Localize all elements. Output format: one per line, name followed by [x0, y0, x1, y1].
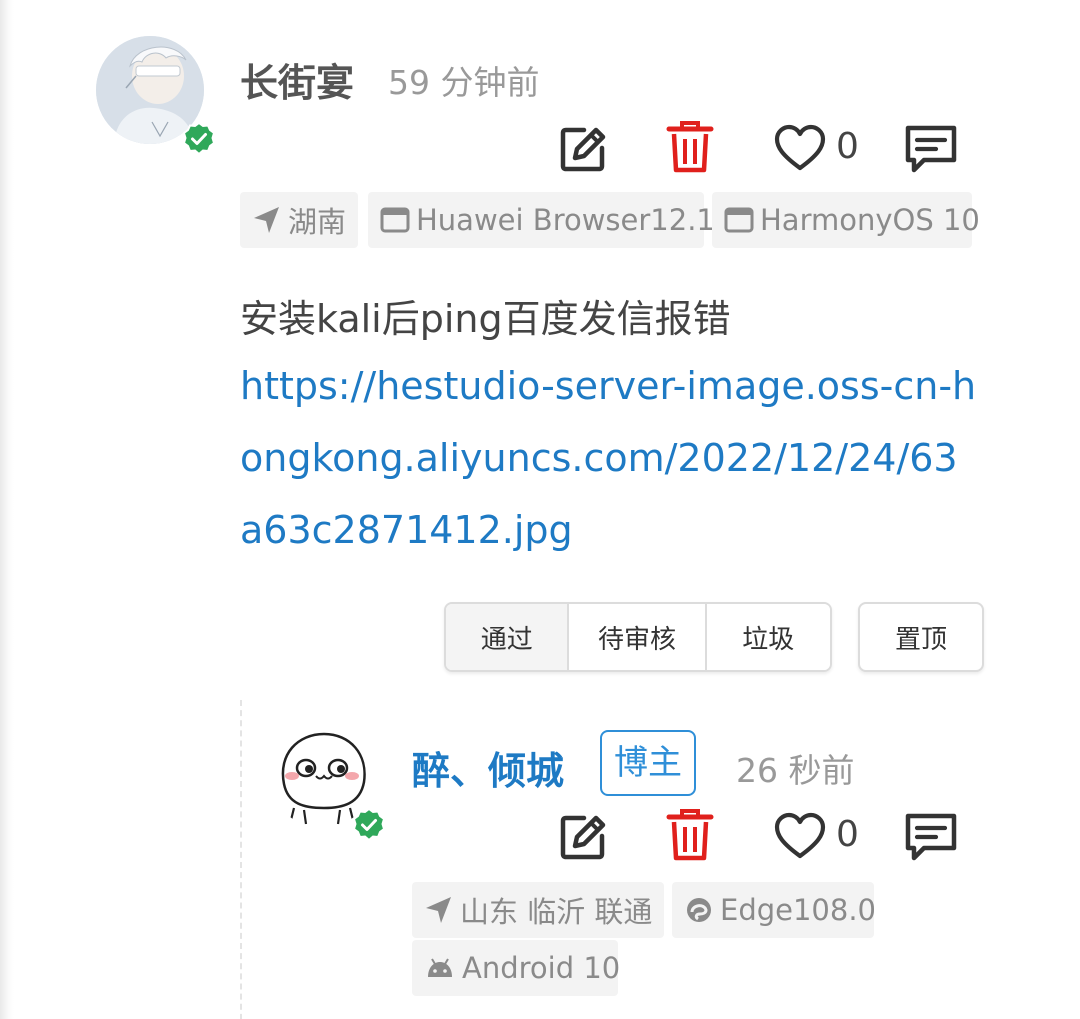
location-tag-label: 山东 临沂 联通	[460, 895, 653, 929]
comment-moderation-page: 长街宴 59 分钟前 0 湖南 Huawei Browser12.1 Harmo…	[0, 0, 1080, 1019]
browser-tag-label: Huawei Browser12.1	[416, 203, 715, 237]
owner-badge: 博主	[600, 730, 696, 796]
pin-button[interactable]: 置顶	[858, 602, 984, 672]
location-arrow-icon	[254, 207, 279, 233]
like-count: 0	[836, 126, 859, 167]
location-tag: 湖南	[240, 192, 358, 248]
comment-text: 安装kali后ping百度发信报错	[240, 297, 731, 341]
left-edge-shadow	[0, 0, 14, 1019]
verified-badge-icon	[182, 122, 216, 156]
comment-icon[interactable]	[904, 812, 958, 862]
os-tag-label: Android 10	[462, 951, 621, 985]
trash-icon[interactable]	[666, 808, 714, 862]
comment-author-name[interactable]: 长街宴	[240, 52, 354, 107]
location-arrow-icon	[426, 897, 451, 923]
reply-thread-line	[240, 700, 242, 1019]
edit-icon[interactable]	[558, 812, 608, 862]
location-tag: 山东 临沂 联通	[412, 882, 664, 938]
edge-icon	[687, 898, 711, 922]
os-window-icon	[724, 207, 754, 233]
os-tag: Android 10	[412, 940, 621, 996]
browser-tag: Huawei Browser12.1	[368, 192, 715, 248]
heart-icon[interactable]	[774, 124, 826, 172]
os-tag: HarmonyOS 10	[712, 192, 980, 248]
browser-window-icon	[380, 207, 410, 233]
comment-time: 59 分钟前	[388, 63, 540, 102]
heart-icon[interactable]	[774, 812, 826, 860]
pending-button[interactable]: 待审核	[569, 604, 707, 670]
trash-icon[interactable]	[666, 120, 714, 174]
android-icon	[428, 958, 452, 977]
comment-link[interactable]: https://hestudio-server-image.oss-cn-hon…	[240, 350, 980, 566]
reply-time: 26 秒前	[736, 751, 855, 790]
comment-icon[interactable]	[904, 124, 958, 174]
edit-icon[interactable]	[558, 124, 608, 174]
like-count: 0	[836, 814, 859, 855]
reply-author-name[interactable]: 醉、倾城	[412, 740, 564, 795]
moderation-button-group: 通过 待审核 垃圾	[444, 602, 832, 672]
location-tag-label: 湖南	[288, 205, 347, 239]
comment-avatar-wrap[interactable]	[96, 36, 216, 156]
spam-button[interactable]: 垃圾	[706, 604, 830, 670]
approve-button[interactable]: 通过	[446, 604, 570, 670]
reply-avatar-wrap[interactable]	[270, 724, 390, 844]
browser-tag: Edge108.0	[672, 882, 877, 938]
browser-tag-label: Edge108.0	[720, 893, 877, 927]
verified-badge-icon	[352, 808, 386, 842]
os-tag-label: HarmonyOS 10	[760, 203, 980, 237]
